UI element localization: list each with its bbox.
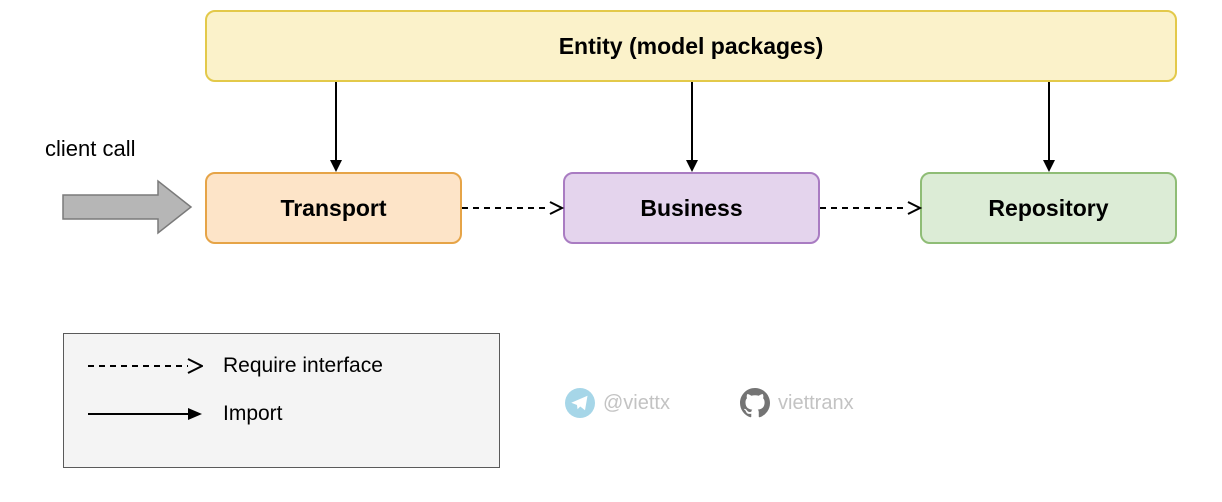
transport-to-business-arrow-icon [462, 200, 563, 216]
legend-import-label: Import [223, 402, 283, 426]
legend-require-label: Require interface [223, 354, 383, 378]
entity-to-repository-arrow-icon [1041, 82, 1057, 172]
entity-to-transport-arrow-icon [328, 82, 344, 172]
github-icon [740, 388, 770, 418]
telegram-icon [565, 388, 595, 418]
legend-require-row: Require interface [88, 354, 475, 378]
telegram-handle: @viettx [565, 388, 670, 418]
business-label: Business [640, 195, 742, 222]
legend-box: Require interface Import [63, 333, 500, 468]
transport-label: Transport [280, 195, 386, 222]
legend-solid-arrow-icon [88, 404, 203, 424]
entity-label: Entity (model packages) [559, 33, 824, 60]
transport-box: Transport [205, 172, 462, 244]
business-box: Business [563, 172, 820, 244]
telegram-label: @viettx [603, 392, 670, 415]
repository-box: Repository [920, 172, 1177, 244]
github-label: viettranx [778, 392, 854, 415]
github-handle: viettranx [740, 388, 854, 418]
entity-box: Entity (model packages) [205, 10, 1177, 82]
business-to-repository-arrow-icon [820, 200, 921, 216]
entity-to-business-arrow-icon [684, 82, 700, 172]
repository-label: Repository [988, 195, 1108, 222]
legend-import-row: Import [88, 402, 475, 426]
client-call-label: client call [45, 136, 135, 162]
legend-dashed-arrow-icon [88, 356, 203, 376]
client-call-arrow-icon [63, 177, 193, 237]
